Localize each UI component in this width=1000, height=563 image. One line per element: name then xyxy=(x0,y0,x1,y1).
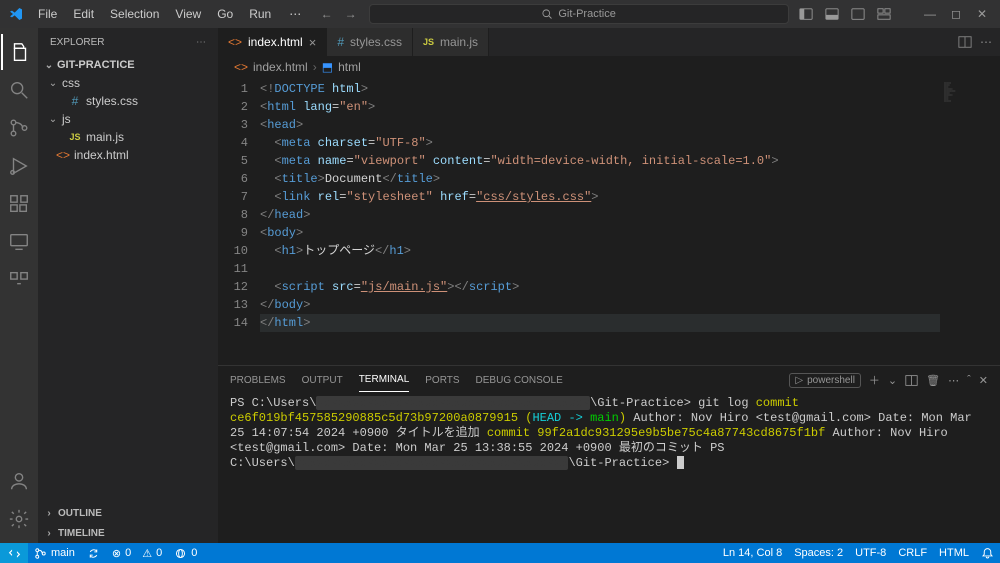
activity-scm[interactable] xyxy=(1,110,37,146)
activity-bar xyxy=(0,28,38,543)
editor-tabs: <>index.html× #styles.css JSmain.js ⋯ xyxy=(218,28,1000,56)
menu-overflow[interactable]: ⋯ xyxy=(281,4,309,24)
vscode-icon xyxy=(8,6,24,22)
line-gutter: 1234567891011121314 xyxy=(218,78,260,365)
project-root[interactable]: ⌄GIT-PRACTICE xyxy=(38,56,218,74)
breadcrumbs[interactable]: <>index.html› ⬒html xyxy=(218,56,1000,78)
file-index-html[interactable]: <>index.html xyxy=(38,146,218,164)
remote-button[interactable] xyxy=(0,543,28,563)
menu-selection[interactable]: Selection xyxy=(104,4,165,24)
status-indent[interactable]: Spaces: 2 xyxy=(788,543,849,563)
minimap[interactable]: ▄▄▄▄▄▄▄▄▄▄▄▄▄▄▄▄▄▄▄▄▄▄▄▄▄▄▄▄▄▄▄▄▄▄▄▄▄▄▄▄… xyxy=(940,78,1000,365)
status-cursor[interactable]: Ln 14, Col 8 xyxy=(717,543,788,563)
status-encoding[interactable]: UTF-8 xyxy=(849,543,892,563)
split-editor-icon[interactable] xyxy=(958,35,972,49)
close-icon[interactable]: × xyxy=(309,35,317,50)
status-notifications[interactable] xyxy=(975,543,1000,563)
layout-sidebar-left-icon[interactable] xyxy=(796,4,816,24)
status-branch[interactable]: main xyxy=(28,543,81,563)
status-eol[interactable]: CRLF xyxy=(892,543,933,563)
maximize-panel-icon[interactable]: ˆ xyxy=(967,374,971,386)
title-bar: File Edit Selection View Go Run ⋯ ← → Gi… xyxy=(0,0,1000,28)
activity-settings[interactable] xyxy=(1,501,37,537)
menu-file[interactable]: File xyxy=(32,4,63,24)
window-close[interactable]: ✕ xyxy=(972,4,992,24)
status-bar: main ⊗0 ⚠0 0 Ln 14, Col 8 Spaces: 2 UTF-… xyxy=(0,543,1000,563)
activity-extensions[interactable] xyxy=(1,186,37,222)
status-problems[interactable]: ⊗0 ⚠0 xyxy=(106,543,168,563)
file-main-js[interactable]: JSmain.js xyxy=(38,128,218,146)
tab-main-js[interactable]: JSmain.js xyxy=(413,28,489,56)
panel-tab-problems[interactable]: PROBLEMS xyxy=(230,369,286,392)
layout-panel-icon[interactable] xyxy=(822,4,842,24)
nav-back[interactable]: ← xyxy=(317,4,337,24)
menu-view[interactable]: View xyxy=(169,4,207,24)
status-language[interactable]: HTML xyxy=(933,543,975,563)
activity-ports[interactable] xyxy=(1,262,37,298)
bottom-panel: PROBLEMS OUTPUT TERMINAL PORTS DEBUG CON… xyxy=(218,365,1000,543)
code-content[interactable]: <!DOCTYPE html> <html lang="en"> <head> … xyxy=(260,78,940,365)
panel-tab-ports[interactable]: PORTS xyxy=(425,369,459,392)
activity-explorer[interactable] xyxy=(1,34,37,70)
tab-index-html[interactable]: <>index.html× xyxy=(218,28,327,56)
outline-section[interactable]: ›OUTLINE xyxy=(38,503,218,523)
close-panel-icon[interactable]: ✕ xyxy=(979,374,988,387)
status-sync[interactable] xyxy=(81,543,106,563)
explorer-sidebar: EXPLORER ⋯ ⌄GIT-PRACTICE ⌄css #styles.cs… xyxy=(38,28,218,543)
menu-edit[interactable]: Edit xyxy=(67,4,100,24)
tab-styles-css[interactable]: #styles.css xyxy=(327,28,413,56)
code-editor[interactable]: 1234567891011121314 <!DOCTYPE html> <htm… xyxy=(218,78,1000,365)
command-center[interactable]: Git-Practice xyxy=(369,4,789,24)
activity-accounts[interactable] xyxy=(1,463,37,499)
window-restore[interactable]: ◻ xyxy=(946,4,966,24)
layout-customize-icon[interactable] xyxy=(874,4,894,24)
panel-tab-output[interactable]: OUTPUT xyxy=(302,369,343,392)
editor-area: <>index.html× #styles.css JSmain.js ⋯ <>… xyxy=(218,28,1000,543)
new-terminal-icon[interactable]: ＋ xyxy=(869,372,880,388)
editor-more-icon[interactable]: ⋯ xyxy=(980,35,992,49)
activity-remote[interactable] xyxy=(1,224,37,260)
panel-tab-debug[interactable]: DEBUG CONSOLE xyxy=(476,369,563,392)
menu-run[interactable]: Run xyxy=(243,4,277,24)
activity-search[interactable] xyxy=(1,72,37,108)
nav-forward[interactable]: → xyxy=(341,4,361,24)
folder-css[interactable]: ⌄css xyxy=(38,74,218,92)
explorer-actions[interactable]: ⋯ xyxy=(196,37,206,48)
timeline-section[interactable]: ›TIMELINE xyxy=(38,523,218,543)
explorer-title: EXPLORER xyxy=(50,37,104,48)
command-center-text: Git-Practice xyxy=(558,8,615,20)
split-terminal-icon[interactable] xyxy=(905,374,918,387)
folder-js[interactable]: ⌄js xyxy=(38,110,218,128)
terminal-shell-picker[interactable]: ▷powershell xyxy=(789,373,861,388)
panel-tab-terminal[interactable]: TERMINAL xyxy=(359,368,410,392)
kill-terminal-icon[interactable]: 🗑 xyxy=(926,374,940,387)
menu-bar: File Edit Selection View Go Run ⋯ xyxy=(32,4,309,24)
status-ports[interactable]: 0 xyxy=(168,543,203,563)
terminal[interactable]: PS C:\Users\xxxxxxxxxxxxxxxxxxxxxxxxxxxx… xyxy=(218,394,1000,543)
terminal-cursor xyxy=(677,456,684,469)
terminal-more-icon[interactable]: ⋯ xyxy=(948,374,959,387)
file-styles-css[interactable]: #styles.css xyxy=(38,92,218,110)
activity-run-debug[interactable] xyxy=(1,148,37,184)
layout-sidebar-right-icon[interactable] xyxy=(848,4,868,24)
terminal-chevron-down-icon[interactable]: ⌄ xyxy=(888,374,897,387)
menu-go[interactable]: Go xyxy=(211,4,239,24)
window-minimize[interactable]: — xyxy=(920,4,940,24)
